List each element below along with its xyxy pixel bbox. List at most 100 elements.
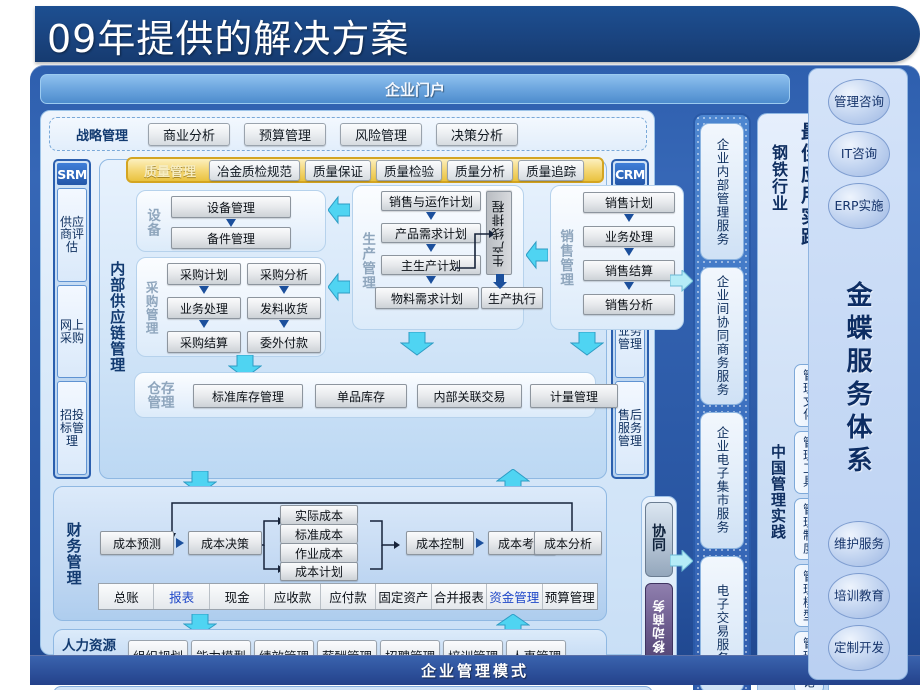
finance-module-1[interactable]: 报表 [154, 584, 210, 609]
arrow-right-icon [176, 538, 184, 548]
services-item-0[interactable]: 企业内部管理服务 [713, 138, 732, 246]
arrow-down-icon [426, 212, 436, 220]
bottom-mode-bar: 企业管理模式 [30, 655, 920, 685]
finance-cost-3[interactable]: 成本计划 [280, 562, 358, 581]
crm-header: CRM [615, 163, 645, 185]
warehouse-item-1[interactable]: 单品库存 [315, 384, 407, 408]
procurement-item-3[interactable]: 发料收货 [247, 297, 321, 319]
strategy-item-1[interactable]: 预算管理 [244, 122, 327, 146]
equipment-item-1[interactable]: 备件管理 [171, 227, 291, 249]
best-practice-industry: 钢铁行业 [769, 144, 788, 212]
kingdee-service-column: 管理咨询 IT咨询 ERP实施 金蝶服务体系 维护服务 培训教育 定制开发 [808, 68, 908, 680]
quality-item-4[interactable]: 质量追踪 [518, 159, 585, 181]
internal-supply-chain-panel: 内部供应链管理 设备 设备管理 备件管理 采购管理 采购计划 采购分析 业务处理… [99, 159, 684, 479]
arrow-down-icon [624, 214, 634, 222]
finance-modules-row: 总账 报表 现金 应收款 应付款 固定资产 合并报表 资金管理 预算管理 [98, 583, 598, 610]
finance-module-5[interactable]: 固定资产 [376, 584, 432, 609]
kingdee-bottom-item-1[interactable]: 培训教育 [828, 573, 890, 619]
production-card: 生产管理 销售与运作计划 产品需求计划 主生产计划 物料需求计划 生产执行 生产… [352, 185, 543, 330]
quality-item-3[interactable]: 质量分析 [447, 159, 514, 181]
arrow-down-icon [226, 219, 236, 227]
production-item-3[interactable]: 物料需求计划 [375, 287, 479, 309]
collaboration-item-0[interactable]: 协同 [645, 502, 673, 577]
arrow-down-icon [279, 286, 289, 294]
production-item-4[interactable]: 生产执行 [481, 287, 543, 309]
equipment-label: 设备 [144, 207, 161, 237]
quality-item-1[interactable]: 质量保证 [305, 159, 372, 181]
quality-management-label: 质量管理 [143, 164, 196, 180]
strategy-item-3[interactable]: 决策分析 [436, 122, 519, 146]
finance-flow-0[interactable]: 成本预测 [100, 531, 174, 555]
finance-cost-0[interactable]: 实际成本 [280, 505, 358, 524]
finance-module-2[interactable]: 现金 [210, 584, 266, 609]
strategy-item-0[interactable]: 商业分析 [148, 122, 231, 146]
procurement-item-4[interactable]: 采购结算 [167, 331, 241, 353]
title-bar: 09年提供的解决方案 [35, 6, 920, 62]
warehouse-card: 仓存管理 标准库存管理 单品库存 内部关联交易 计量管理 [134, 372, 618, 418]
strategy-item-2[interactable]: 风险管理 [340, 122, 423, 146]
warehouse-item-2[interactable]: 内部关联交易 [417, 384, 522, 408]
finance-label: 财务管理 [64, 522, 83, 586]
services-item-2[interactable]: 企业电子集市服务 [713, 426, 732, 534]
procurement-item-5[interactable]: 委外付款 [247, 331, 321, 353]
warehouse-item-0[interactable]: 标准库存管理 [193, 384, 303, 408]
internal-supply-chain-label: 内部供应链管理 [108, 261, 127, 373]
arrow-down-icon [624, 248, 634, 256]
procurement-card: 采购管理 采购计划 采购分析 业务处理 发料收货 采购结算 委外付款 [136, 257, 326, 357]
finance-flow-2[interactable]: 成本控制 [406, 531, 474, 555]
strategy-management-label: 战略管理 [75, 128, 128, 144]
finance-flow-1[interactable]: 成本决策 [188, 531, 262, 555]
finance-module-8[interactable]: 预算管理 [543, 584, 597, 609]
arrow-left-icon [328, 272, 350, 302]
soa-panel: SOA平台 Apusic BOS [53, 686, 653, 690]
arrow-right-icon [670, 270, 694, 292]
finance-module-4[interactable]: 应付款 [321, 584, 377, 609]
srm-item-2[interactable]: 招投标管理 [57, 381, 87, 476]
procurement-item-2[interactable]: 业务处理 [167, 297, 241, 319]
equipment-card: 设备 设备管理 备件管理 [136, 190, 326, 252]
warehouse-item-3[interactable]: 计量管理 [530, 384, 618, 408]
kingdee-service-title: 金蝶服务体系 [842, 281, 872, 479]
kingdee-top-item-0[interactable]: 管理咨询 [828, 79, 890, 125]
arrow-left-icon [526, 240, 548, 270]
best-practice-china: 中国管理实践 [769, 444, 787, 540]
procurement-item-0[interactable]: 采购计划 [167, 263, 241, 285]
warehouse-label: 仓存管理 [147, 380, 175, 411]
arrow-down-icon [426, 276, 436, 284]
arrow-left-icon [328, 195, 350, 225]
strategy-management-row: 战略管理 商业分析 预算管理 风险管理 决策分析 [49, 117, 647, 151]
sales-item-3[interactable]: 销售分析 [583, 294, 675, 315]
finance-module-3[interactable]: 应收款 [265, 584, 321, 609]
quality-item-2[interactable]: 质量检验 [376, 159, 443, 181]
services-item-3[interactable]: 电子交易服务 [713, 584, 732, 665]
finance-panel: 财务管理 成本预测 成本决策 实际成本 标准成本 作业成本 成本计划 成本控制 [53, 486, 607, 621]
sales-item-1[interactable]: 业务处理 [583, 226, 675, 247]
sales-item-2[interactable]: 销售结算 [583, 260, 675, 281]
quality-item-0[interactable]: 冶金质检规范 [209, 159, 301, 181]
solution-frame: 企业门户 战略管理 商业分析 预算管理 风险管理 决策分析 SRM 供应商评估 … [30, 65, 920, 690]
finance-cost-1[interactable]: 标准成本 [280, 524, 358, 543]
services-item-1[interactable]: 企业间协同商务服务 [713, 275, 732, 397]
kingdee-bottom-item-0[interactable]: 维护服务 [828, 521, 890, 567]
collaboration-column: 协同 移动商务 [641, 496, 677, 676]
collaboration-item-1[interactable]: 移动商务 [650, 599, 669, 653]
arrow-down-icon [279, 320, 289, 328]
sales-item-0[interactable]: 销售计划 [583, 192, 675, 213]
finance-module-0[interactable]: 总账 [99, 584, 155, 609]
kingdee-top-item-2[interactable]: ERP实施 [828, 183, 890, 229]
kingdee-bottom-item-2[interactable]: 定制开发 [828, 625, 890, 671]
srm-item-0[interactable]: 供应商评估 [57, 188, 87, 282]
finance-module-7[interactable]: 资金管理 [487, 584, 543, 609]
procurement-item-1[interactable]: 采购分析 [247, 263, 321, 285]
finance-module-6[interactable]: 合并报表 [432, 584, 488, 609]
production-item-0[interactable]: 销售与运作计划 [381, 191, 481, 211]
kingdee-top-item-1[interactable]: IT咨询 [828, 131, 890, 177]
finance-flow-4[interactable]: 成本分析 [534, 531, 602, 555]
crm-item-2[interactable]: 售后服务管理 [615, 381, 645, 476]
arrow-right-icon [670, 550, 694, 572]
arrow-down-icon [199, 286, 209, 294]
equipment-item-0[interactable]: 设备管理 [171, 196, 291, 218]
quality-management-row: 质量管理 冶金质检规范 质量保证 质量检验 质量分析 质量追踪 [126, 157, 604, 183]
srm-item-1[interactable]: 网上采购 [57, 284, 87, 379]
finance-cost-2[interactable]: 作业成本 [280, 543, 358, 562]
